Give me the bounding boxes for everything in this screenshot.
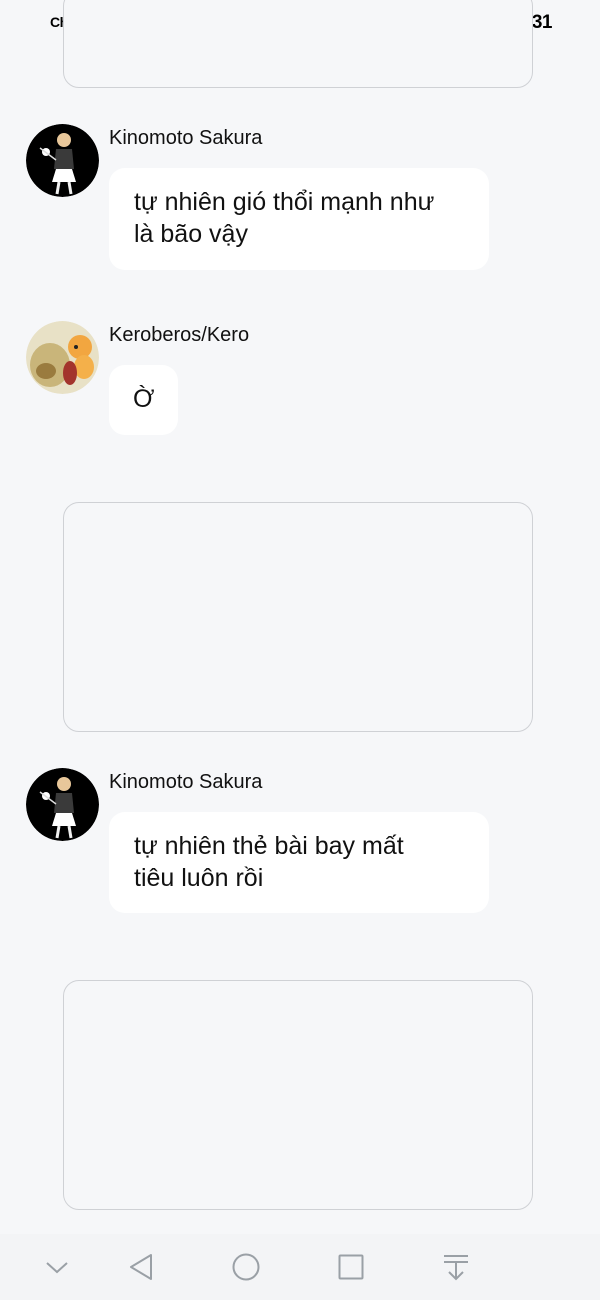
message-bubble[interactable]: tự nhiên gió thổi mạnh như là bão vậy — [109, 168, 489, 270]
message-item: Keroberos/Kero Ờ — [26, 321, 506, 441]
media-card[interactable] — [63, 980, 533, 1210]
message-bubble[interactable]: Ờ — [109, 365, 178, 435]
sender-name: Kinomoto Sakura — [109, 127, 263, 149]
download-icon[interactable] — [441, 1252, 471, 1282]
message-item: Kinomoto Sakura tự nhiên thẻ bài bay mất… — [26, 768, 506, 918]
message-item: Kinomoto Sakura tự nhiên gió thổi mạnh n… — [26, 124, 506, 274]
message-text: Ờ — [133, 385, 155, 413]
back-icon[interactable] — [127, 1252, 157, 1282]
media-card[interactable] — [63, 502, 533, 732]
media-card-top[interactable] — [63, 0, 533, 88]
avatar[interactable] — [26, 321, 99, 394]
chevron-down-icon[interactable] — [42, 1252, 72, 1282]
avatar[interactable] — [26, 124, 99, 197]
recents-icon[interactable] — [336, 1252, 366, 1282]
sender-name: Kinomoto Sakura — [109, 771, 263, 793]
sender-name: Keroberos/Kero — [109, 324, 250, 346]
avatar[interactable] — [26, 768, 99, 841]
sakura-avatar-icon — [26, 768, 99, 841]
message-text: tự nhiên thẻ bài bay mất tiêu luôn rồi — [134, 832, 404, 892]
navigation-bar — [0, 1234, 600, 1300]
message-text: tự nhiên gió thổi mạnh như là bão vậy — [134, 188, 435, 248]
message-bubble[interactable]: tự nhiên thẻ bài bay mất tiêu luôn rồi — [109, 812, 489, 913]
sakura-avatar-icon — [26, 124, 99, 197]
home-icon[interactable] — [231, 1252, 261, 1282]
kero-avatar-icon — [26, 321, 99, 394]
